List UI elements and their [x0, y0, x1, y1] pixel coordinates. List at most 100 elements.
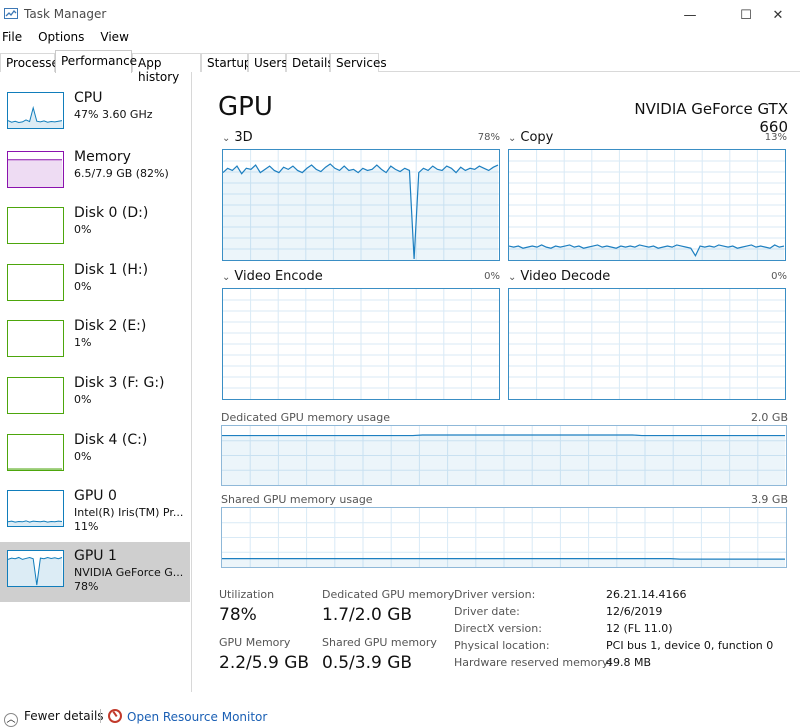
- gpu-thumbnail: [7, 490, 64, 527]
- chevron-down-icon: ⌄: [508, 272, 517, 283]
- gpu-model-name: NVIDIA GeForce GTX 660: [634, 100, 788, 136]
- sidebar-item-label: Disk 2 (E:): [74, 318, 147, 334]
- info-key: DirectX version:: [454, 622, 542, 635]
- tab-startup[interactable]: Startup: [201, 53, 252, 72]
- series-line: [222, 434, 785, 437]
- sidebar-item-label: Disk 3 (F: G:): [74, 375, 165, 391]
- graph-copy: [508, 149, 786, 261]
- graph-canvas: [223, 150, 499, 260]
- resource-sidebar: CPU 47% 3.60 GHz Memory 6.5/7.9 GB (82%)…: [0, 72, 192, 692]
- thumbnail-canvas: [8, 265, 63, 300]
- sidebar-item-label: Disk 4 (C:): [74, 432, 148, 448]
- tab-users[interactable]: Users: [248, 53, 288, 72]
- series-area: [222, 558, 785, 567]
- sidebar-item-label: GPU 1: [74, 548, 117, 564]
- tab-performance[interactable]: Performance: [55, 50, 137, 73]
- footer-divider: [100, 709, 101, 723]
- thumbnail-canvas: [7, 556, 63, 586]
- sidebar-item-disk0[interactable]: Disk 0 (D:) 0%: [0, 199, 190, 255]
- resource-monitor-label: Open Resource Monitor: [127, 710, 268, 724]
- tab-details[interactable]: Details: [286, 53, 334, 72]
- sidebar-item-detail: 47% 3.60 GHz: [74, 108, 153, 121]
- cpu-thumbnail: [7, 92, 64, 129]
- tab-processes[interactable]: Processes: [0, 53, 65, 72]
- series-area: [223, 163, 498, 260]
- menu-options[interactable]: Options: [36, 30, 90, 48]
- fewer-details-label: Fewer details: [24, 709, 104, 723]
- thumbnail-canvas: [8, 208, 63, 243]
- sidebar-item-cpu[interactable]: CPU 47% 3.60 GHz: [0, 84, 190, 140]
- sidebar-item-disk1[interactable]: Disk 1 (H:) 0%: [0, 256, 190, 312]
- page-title: GPU: [218, 92, 273, 122]
- graph-canvas: [222, 426, 786, 485]
- info-directx-version: 12 (FL 11.0): [606, 622, 673, 635]
- graph-canvas: [222, 508, 786, 567]
- graph-shared-memory: [221, 507, 787, 568]
- engine-label: Video Encode: [234, 269, 323, 284]
- sidebar-item-label: Disk 1 (H:): [74, 262, 149, 278]
- series-line: [222, 557, 785, 560]
- info-driver-version: 26.21.14.4166: [606, 588, 687, 601]
- sidebar-item-disk2[interactable]: Disk 2 (E:) 1%: [0, 312, 190, 368]
- series-area: [222, 434, 785, 485]
- chevron-down-icon: ⌄: [222, 133, 231, 144]
- engine-label: Video Decode: [520, 269, 611, 284]
- engine-selector-copy[interactable]: ⌄ Copy: [508, 130, 553, 145]
- sidebar-item-detail: 6.5/7.9 GB (82%): [74, 167, 169, 180]
- graph-canvas: [223, 289, 499, 399]
- stat-label: Shared GPU memory: [322, 636, 437, 649]
- shared-memory-capacity: 3.9 GB: [750, 493, 788, 506]
- sidebar-item-detail: NVIDIA GeForce G...: [74, 566, 184, 579]
- open-resource-monitor-link[interactable]: Open Resource Monitor: [108, 709, 267, 724]
- thumbnail-canvas: [7, 520, 63, 526]
- stat-shared-memory: 0.5/3.9 GB: [322, 653, 413, 673]
- window-title: Task Manager: [24, 7, 107, 21]
- menu-bar: File Options View: [0, 30, 143, 48]
- graph-dedicated-memory: [221, 425, 787, 486]
- sidebar-item-detail: 0%: [74, 393, 92, 406]
- disk-thumbnail: [7, 264, 64, 301]
- stat-label: GPU Memory: [219, 636, 291, 649]
- disk-thumbnail: [7, 434, 64, 471]
- sidebar-item-label: CPU: [74, 90, 103, 106]
- close-button[interactable]: ✕: [756, 0, 800, 30]
- thumbnail-canvas: [8, 321, 63, 356]
- title-bar: Task Manager — ☐ ✕: [0, 0, 800, 30]
- info-reserved-memory: 49.8 MB: [606, 656, 652, 669]
- sidebar-item-disk3[interactable]: Disk 3 (F: G:) 0%: [0, 369, 190, 425]
- chevron-down-icon: ⌄: [508, 133, 517, 144]
- info-key: Physical location:: [454, 639, 550, 652]
- menu-view[interactable]: View: [98, 30, 134, 48]
- minimize-button[interactable]: —: [668, 0, 712, 30]
- sidebar-item-percent: 78%: [74, 580, 99, 593]
- engine-percent: 0%: [771, 271, 787, 282]
- info-key: Driver version:: [454, 588, 536, 601]
- tab-services[interactable]: Services: [330, 53, 387, 72]
- gpu-thumbnail: [7, 550, 64, 587]
- engine-selector-3d[interactable]: ⌄ 3D: [222, 130, 253, 145]
- menu-file[interactable]: File: [0, 30, 28, 48]
- engine-percent: 0%: [484, 271, 500, 282]
- sidebar-item-gpu0[interactable]: GPU 0 Intel(R) Iris(TM) Pr... 11%: [0, 482, 190, 538]
- stat-gpu-memory: 2.2/5.9 GB: [219, 653, 310, 673]
- sidebar-item-detail: 0%: [74, 450, 92, 463]
- footer: ︿ Fewer details Open Resource Monitor: [0, 704, 800, 728]
- graph-video-decode: [508, 288, 786, 400]
- sidebar-item-disk4[interactable]: Disk 4 (C:) 0%: [0, 426, 190, 482]
- sidebar-item-memory[interactable]: Memory 6.5/7.9 GB (82%): [0, 143, 190, 199]
- graph-3d: [222, 149, 500, 261]
- fewer-details-button[interactable]: ︿ Fewer details: [4, 709, 104, 727]
- engine-selector-video-decode[interactable]: ⌄ Video Decode: [508, 269, 610, 284]
- disk-thumbnail: [7, 320, 64, 357]
- resource-monitor-icon: [108, 709, 122, 723]
- disk-thumbnail: [7, 377, 64, 414]
- sidebar-item-gpu1[interactable]: GPU 1 NVIDIA GeForce G... 78%: [0, 542, 190, 602]
- stat-label: Dedicated GPU memory: [322, 588, 455, 601]
- stat-label: Utilization: [219, 588, 275, 601]
- tab-app-history[interactable]: App history: [132, 53, 201, 84]
- sidebar-item-label: Disk 0 (D:): [74, 205, 149, 221]
- disk-thumbnail: [7, 207, 64, 244]
- sidebar-item-label: Memory: [74, 149, 131, 165]
- engine-selector-video-encode[interactable]: ⌄ Video Encode: [222, 269, 323, 284]
- shared-memory-label: Shared GPU memory usage: [221, 493, 373, 506]
